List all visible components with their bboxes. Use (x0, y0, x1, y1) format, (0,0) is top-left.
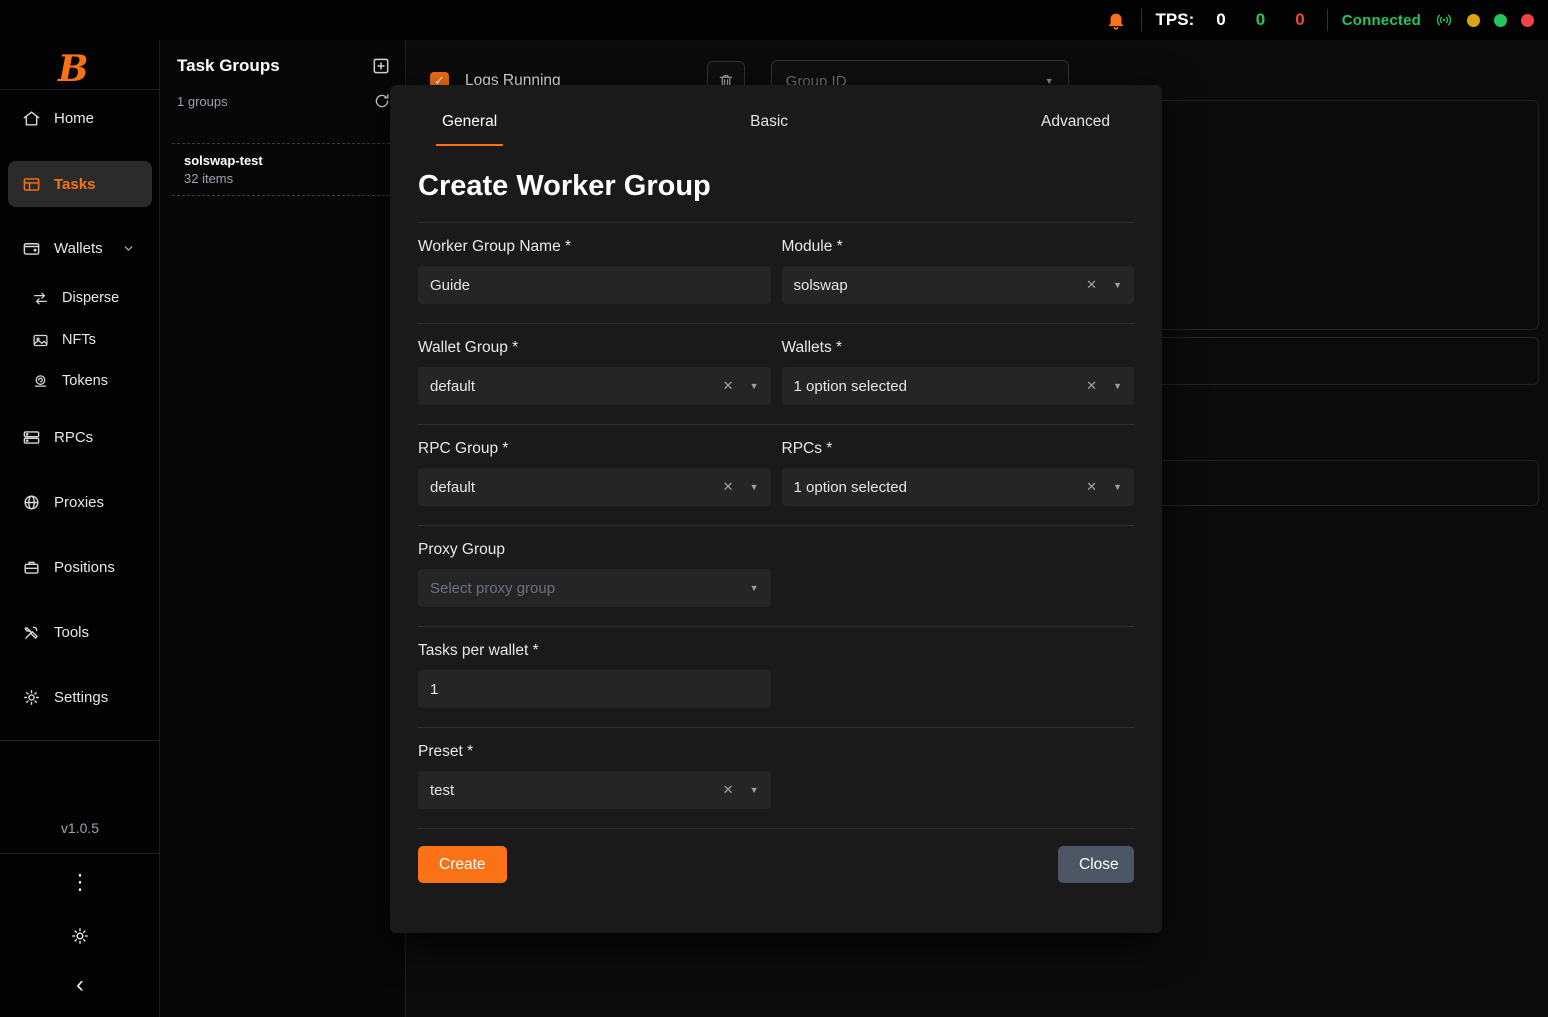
logo-glyph: B (58, 48, 88, 90)
divider (1327, 9, 1328, 31)
clear-icon[interactable]: ✕ (1086, 378, 1097, 394)
disperse-icon (32, 290, 49, 307)
preset-label: Preset * (418, 743, 771, 761)
sidebar-item-tools[interactable]: Tools (8, 610, 152, 654)
tab-basic[interactable]: Basic (744, 113, 794, 146)
rpcs-select[interactable]: 1 option selected ✕ ▼ (782, 468, 1135, 506)
sidebar-item-nfts[interactable]: NFTs (8, 320, 152, 360)
tab-general[interactable]: General (436, 113, 503, 146)
caret-down-icon: ▼ (1113, 482, 1122, 492)
divider (1141, 9, 1142, 31)
collapse-sidebar-icon[interactable]: ‹ (0, 976, 160, 994)
clear-icon[interactable]: ✕ (1086, 479, 1097, 495)
rpc-group-label: RPC Group * (418, 440, 771, 458)
modal-tabs: General Basic Advanced (418, 85, 1134, 146)
status-dot-green[interactable] (1494, 14, 1507, 27)
task-groups-title: Task Groups (177, 56, 280, 76)
caret-down-icon: ▼ (750, 381, 759, 391)
caret-down-icon: ▼ (750, 482, 759, 492)
sidebar-item-proxies[interactable]: Proxies (8, 480, 152, 524)
tasks-icon (22, 175, 41, 194)
settings-gear-icon (22, 688, 41, 707)
task-group-list-item[interactable]: solswap-test 32 items (172, 143, 395, 196)
sidebar-item-tasks[interactable]: Tasks (8, 161, 152, 207)
proxies-icon (22, 493, 41, 512)
sidebar-item-home[interactable]: Home (8, 96, 152, 140)
app-logo: B (0, 46, 160, 92)
tasks-per-wallet-input[interactable] (418, 670, 771, 708)
clear-icon[interactable]: ✕ (723, 378, 734, 394)
tps-fail: 0 (1295, 10, 1304, 30)
clear-icon[interactable]: ✕ (723, 479, 734, 495)
sidebar-item-wallets[interactable]: Wallets (8, 226, 152, 270)
task-group-item-count: 32 items (184, 171, 383, 186)
sidebar-item-rpcs[interactable]: RPCs (8, 415, 152, 459)
theme-sun-icon[interactable] (0, 926, 160, 946)
refresh-icon[interactable] (373, 92, 391, 110)
module-label: Module * (782, 238, 1135, 256)
divider (0, 89, 160, 90)
wallet-group-label: Wallet Group * (418, 339, 771, 357)
status-dot-yellow[interactable] (1467, 14, 1480, 27)
caret-down-icon: ▼ (1113, 280, 1122, 290)
create-worker-group-modal: General Basic Advanced Create Worker Gro… (390, 85, 1162, 933)
close-button[interactable]: Close (1058, 846, 1134, 883)
signal-icon (1435, 11, 1453, 29)
task-groups-panel: Task Groups 1 groups solswap-test 32 ite… (160, 40, 406, 1017)
caret-down-icon: ▼ (1113, 381, 1122, 391)
connection-status: Connected (1342, 12, 1421, 29)
tab-advanced[interactable]: Advanced (1035, 113, 1116, 146)
status-dot-red[interactable] (1521, 14, 1534, 27)
caret-down-icon: ▼ (750, 583, 759, 593)
rpc-group-select[interactable]: default ✕ ▼ (418, 468, 771, 506)
caret-down-icon: ▼ (750, 785, 759, 795)
preset-select[interactable]: test ✕ ▼ (418, 771, 771, 809)
nfts-icon (32, 332, 49, 349)
clear-icon[interactable]: ✕ (723, 782, 734, 798)
create-button[interactable]: Create (418, 846, 507, 883)
wallets-select[interactable]: 1 option selected ✕ ▼ (782, 367, 1135, 405)
home-icon (22, 109, 41, 128)
worker-group-name-label: Worker Group Name * (418, 238, 771, 256)
tps-success: 0 (1256, 10, 1265, 30)
add-group-button[interactable] (371, 56, 391, 76)
chevron-down-icon (122, 242, 135, 255)
notification-bell-icon[interactable] (1105, 9, 1127, 31)
tps-label: TPS: (1156, 10, 1195, 30)
group-count: 1 groups (177, 94, 228, 109)
modal-title: Create Worker Group (418, 170, 1134, 203)
wallet-icon (22, 239, 41, 258)
positions-icon (22, 558, 41, 577)
proxy-group-select[interactable]: Select proxy group ▼ (418, 569, 771, 607)
sidebar-item-disperse[interactable]: Disperse (8, 278, 152, 318)
sidebar-item-tokens[interactable]: Tokens (8, 361, 152, 401)
wallets-label: Wallets * (782, 339, 1135, 357)
tokens-icon (32, 373, 49, 390)
app-window: TPS: 0 0 0 Connected B (0, 0, 1548, 1017)
task-group-name: solswap-test (184, 153, 383, 168)
tps-total: 0 (1216, 10, 1225, 30)
topbar: TPS: 0 0 0 Connected (0, 0, 1548, 40)
app-version: v1.0.5 (0, 820, 160, 836)
wallet-group-select[interactable]: default ✕ ▼ (418, 367, 771, 405)
sidebar-item-positions[interactable]: Positions (8, 545, 152, 589)
module-select[interactable]: solswap ✕ ▼ (782, 266, 1135, 304)
rpcs-icon (22, 428, 41, 447)
proxy-group-label: Proxy Group (418, 541, 771, 559)
divider (0, 853, 160, 854)
clear-icon[interactable]: ✕ (1086, 277, 1097, 293)
tools-icon (22, 623, 41, 642)
divider (0, 740, 160, 741)
tasks-per-wallet-label: Tasks per wallet * (418, 642, 771, 660)
rpcs-label: RPCs * (782, 440, 1135, 458)
sidebar-item-settings[interactable]: Settings (8, 675, 152, 719)
sidebar: B Home Tasks Wa (0, 40, 160, 1017)
divider (418, 828, 1134, 829)
kebab-menu-icon[interactable]: ⋮ (0, 870, 160, 895)
worker-group-name-input[interactable] (418, 266, 771, 304)
